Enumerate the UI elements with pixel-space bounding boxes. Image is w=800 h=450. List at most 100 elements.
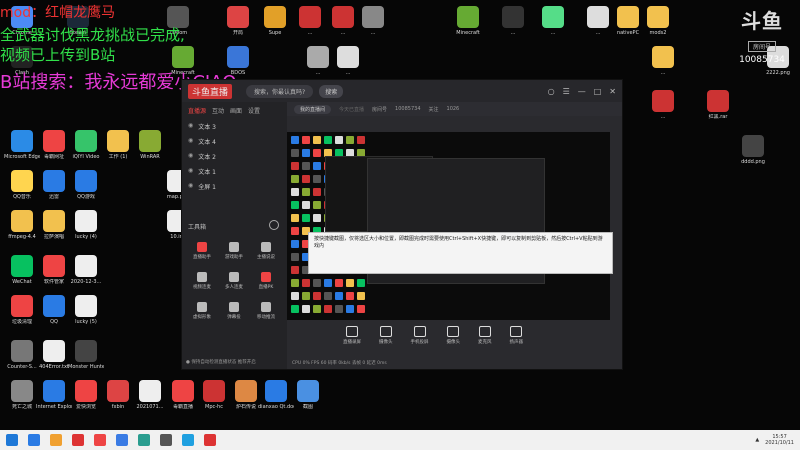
bottom-bar-button[interactable]: 摄像头 <box>379 326 393 345</box>
desktop-icon[interactable]: ... <box>645 46 681 76</box>
tool-button[interactable]: 主播说说 <box>250 242 282 260</box>
desktop-icon[interactable]: ... <box>645 90 681 120</box>
taskbar-app-icon[interactable] <box>160 434 172 446</box>
left-panel-tab[interactable]: 设置 <box>248 106 260 115</box>
desktop-icon[interactable]: 拉萨演唱 <box>36 210 72 240</box>
taskbar-app-icon[interactable] <box>116 434 128 446</box>
taskbar-app-icon[interactable] <box>138 434 150 446</box>
left-panel-tab[interactable]: 互动 <box>212 106 224 115</box>
window-control[interactable]: □ <box>594 87 602 96</box>
gear-icon[interactable] <box>269 220 279 230</box>
taskbar-app-icon[interactable] <box>50 434 62 446</box>
bottom-bar-button[interactable]: 手机投屏 <box>411 326 429 345</box>
search-button[interactable]: 搜索 <box>319 84 344 98</box>
app-icon <box>647 6 669 28</box>
search-input[interactable]: 搜索，你最认真吗? <box>246 84 314 98</box>
desktop-icon[interactable]: QQ音乐 <box>4 170 40 200</box>
desktop-icon[interactable]: lucky (4) <box>68 210 104 240</box>
app-icon <box>332 6 354 28</box>
desktop-icon[interactable]: 截图 <box>290 380 326 410</box>
window-control[interactable]: ✕ <box>609 87 616 96</box>
desktop-icon[interactable]: Microsoft Edge <box>4 130 40 160</box>
desktop-icon[interactable]: dddd.png <box>735 135 771 165</box>
desktop-icon[interactable]: 2020-12-3... <box>68 255 104 285</box>
desktop-icon[interactable]: WeChat <box>4 255 40 285</box>
taskbar-app-icon[interactable] <box>94 434 106 446</box>
desktop-icon[interactable]: 迅雷 <box>36 170 72 200</box>
window-status-bar: CPU 0% FPS 60 码率 0kb/s 丢帧 0 延迟 0ms <box>292 361 387 366</box>
desktop-icon[interactable]: 死亡之城 <box>4 380 40 410</box>
tool-button[interactable]: 游戏助手 <box>218 242 250 260</box>
desktop-icon[interactable]: 毒霸网址 <box>36 130 72 160</box>
eye-icon[interactable]: ◉ <box>188 167 193 176</box>
desktop-icon[interactable]: 爱快浏览 <box>68 380 104 410</box>
source-item[interactable]: ◉ 文本 2 <box>182 149 287 164</box>
desktop-icon[interactable]: 2021071... <box>132 380 168 410</box>
app-icon <box>264 6 286 28</box>
window-control[interactable]: — <box>578 87 586 96</box>
desktop-icon[interactable]: ffmpeg-4.4 <box>4 210 40 240</box>
source-item[interactable]: ◉ 全屏 1 <box>182 179 287 194</box>
desktop-icon[interactable]: fxbin <box>100 380 136 410</box>
enter-room-button[interactable]: 我的直播间 <box>294 104 332 114</box>
desktop-icon[interactable]: 垃圾清理 <box>4 295 40 325</box>
desktop-icon[interactable]: 工作 (1) <box>100 130 136 160</box>
tool-button[interactable]: 虚拟形象 <box>186 302 218 320</box>
tool-button[interactable]: 移动推流 <box>250 302 282 320</box>
preview-mini-icon <box>313 136 321 144</box>
desktop-icon[interactable]: ... <box>292 6 328 36</box>
desktop-icon[interactable]: Mpc-hc <box>196 380 232 410</box>
desktop-icon[interactable]: Monster Hunter... <box>68 340 104 370</box>
preview-mini-icon <box>291 214 299 222</box>
eye-icon[interactable]: ◉ <box>188 152 193 161</box>
desktop-icon[interactable]: ... <box>355 6 391 36</box>
desktop-icon[interactable]: Supe <box>257 6 293 36</box>
tool-button[interactable]: 视频连麦 <box>186 272 218 290</box>
taskbar-app-icon[interactable] <box>72 434 84 446</box>
tool-button[interactable]: 直播助手 <box>186 242 218 260</box>
desktop-icon[interactable]: Counter-S... <box>4 340 40 370</box>
window-control[interactable]: ○ <box>548 87 555 96</box>
desktop-icon[interactable]: 红黑.rar <box>700 90 736 120</box>
source-item[interactable]: ◉ 文本 3 <box>182 119 287 134</box>
desktop-icon[interactable]: WinRAR <box>132 130 168 160</box>
desktop-icon[interactable]: lucky (5) <box>68 295 104 325</box>
desktop-icon[interactable]: ... <box>495 6 531 36</box>
desktop-icon[interactable]: 开局 <box>220 6 256 36</box>
desktop-icon[interactable]: dianxao Qt.docx <box>258 380 294 410</box>
desktop-icon[interactable]: Internet Explorer <box>36 380 72 410</box>
app-icon <box>265 380 287 402</box>
desktop-icon[interactable]: ... <box>535 6 571 36</box>
desktop-icon[interactable]: iQIYI Video <box>68 130 104 160</box>
taskbar-app-icon[interactable] <box>204 434 216 446</box>
tool-icon <box>197 242 207 252</box>
source-item[interactable]: ◉ 文本 1 <box>182 164 287 179</box>
source-item[interactable]: ◉ 文本 4 <box>182 134 287 149</box>
left-panel-tab[interactable]: 画面 <box>230 106 242 115</box>
left-panel-tab[interactable]: 直播源 <box>188 106 206 115</box>
eye-icon[interactable]: ◉ <box>188 137 193 146</box>
desktop-icon[interactable]: ... <box>330 46 366 76</box>
clock[interactable]: 15:57 2021/10/11 <box>765 434 794 446</box>
bottom-bar-button[interactable]: 麦克风 <box>478 326 492 345</box>
taskbar-app-icon[interactable] <box>182 434 194 446</box>
bottom-bar-button[interactable]: 摄像头 <box>447 326 460 345</box>
desktop-icon[interactable]: mods2 <box>640 6 676 36</box>
preview-mini-icon <box>302 188 310 196</box>
windows-start-icon[interactable] <box>6 434 18 446</box>
eye-icon[interactable]: ◉ <box>188 182 193 191</box>
desktop-icon[interactable]: QQ <box>36 295 72 325</box>
window-control[interactable]: ☰ <box>563 87 570 96</box>
eye-icon[interactable]: ◉ <box>188 122 193 131</box>
bottom-bar-button[interactable]: 直播录屏 <box>343 326 361 345</box>
desktop-icon[interactable]: 软件管家 <box>36 255 72 285</box>
desktop-icon[interactable]: QQ游戏 <box>68 170 104 200</box>
bottom-bar-button[interactable]: 扬声器 <box>510 326 523 345</box>
tool-button[interactable]: 直播PK <box>250 272 282 290</box>
desktop-icon[interactable]: Minecraft <box>450 6 486 36</box>
network-icon[interactable]: ▲ <box>755 437 759 443</box>
tool-button[interactable]: 多人连麦 <box>218 272 250 290</box>
taskbar-app-icon[interactable] <box>28 434 40 446</box>
tool-button[interactable]: 弹幕投 <box>218 302 250 320</box>
desktop-icon[interactable]: 404Error.txt <box>36 340 72 370</box>
